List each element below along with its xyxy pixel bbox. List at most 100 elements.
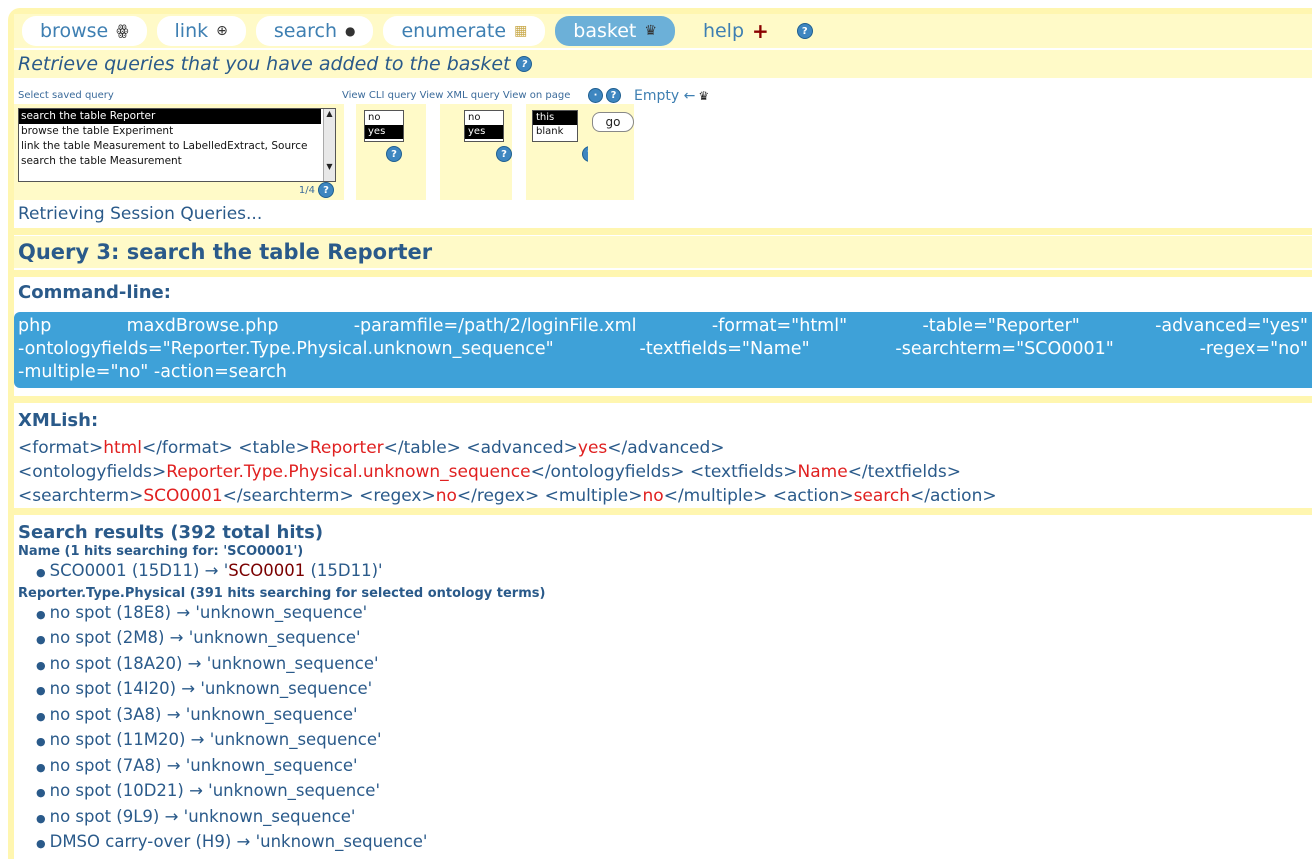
basket-icon: ♛ [644, 23, 657, 39]
nav-help[interactable]: help + [685, 15, 787, 47]
xml-view-select[interactable]: no yes [464, 110, 504, 142]
list-item[interactable]: ● SCO0001 (15D11) → 'SCO0001 (15D11)' [36, 559, 1312, 585]
cli-token: -multiple="no" -action=search [18, 362, 287, 382]
list-item[interactable]: ● no spot (10D21) → 'unknown_sequence' [36, 779, 1312, 805]
picker-label: Select saved query [18, 90, 114, 101]
nav-link[interactable]: link ⊕ [156, 16, 246, 46]
list-item[interactable]: ● DMSO carry-over (H9) → 'unknown_sequenc… [36, 830, 1312, 856]
bullet-icon: ● [36, 566, 46, 579]
results-group-heading: Name (1 hits searching for: 'SCO0001') [18, 544, 304, 559]
result-text: no spot (10D21) → 'unknown_sequence' [49, 781, 380, 800]
xml-value-regex: no [435, 486, 457, 506]
results-group-heading: Reporter.Type.Physical (391 hits searchi… [18, 585, 546, 601]
bullet-icon: ● [36, 760, 46, 774]
bullet-icon: ● [36, 633, 46, 646]
xml-value-searchterm: SCO0001 [143, 486, 223, 506]
list-scrollbar[interactable]: ▲ ▼ [323, 109, 335, 181]
nav-basket-label: basket [573, 20, 637, 42]
counter-text: 1/4 [298, 184, 315, 196]
page-view-select[interactable]: this blank [532, 110, 578, 142]
cli-token: -paramfile=/path/2/loginFile.xml [353, 316, 637, 336]
view-help-icon[interactable]: ? [606, 88, 621, 103]
divider [14, 228, 1312, 235]
list-item[interactable]: ● no spot (7A8) → 'unknown_sequence' [36, 754, 1312, 780]
cli-option-no[interactable]: no [365, 111, 403, 125]
scroll-up-icon[interactable]: ▲ [324, 109, 335, 118]
xml-help-icon[interactable]: ? [496, 146, 512, 162]
saved-query-option[interactable]: link the table Measurement to LabelledEx… [19, 139, 321, 154]
scroll-track[interactable] [324, 118, 335, 162]
nav-enumerate[interactable]: enumerate ▦ [383, 16, 546, 46]
nav-browse-label: browse [40, 20, 109, 42]
result-text: no spot (14I20) → 'unknown_sequence' [49, 679, 373, 698]
go-button[interactable]: go [592, 112, 634, 132]
page-option-this[interactable]: this [533, 111, 577, 125]
bullet-icon: ● [36, 607, 46, 621]
xml-value-ontologyfields: Reporter.Type.Physical.unknown_sequence [166, 462, 531, 482]
cli-help-icon[interactable]: ? [386, 146, 402, 162]
cli-view-panel: no yes ? [356, 104, 426, 200]
empty-basket-label: Empty ← [634, 88, 696, 104]
list-item[interactable]: ● no spot (11M20) → 'unknown_sequence' [36, 728, 1312, 754]
divider [14, 508, 1312, 515]
scroll-down-icon[interactable]: ▼ [324, 162, 335, 171]
bullet-icon: ● [36, 811, 46, 825]
xml-value-table: Reporter [309, 438, 384, 458]
saved-query-list[interactable]: search the table Reporter browse the tab… [18, 108, 336, 182]
empty-basket-link[interactable]: Empty ← ♛ [634, 88, 709, 104]
bullet-icon: ● [36, 837, 46, 850]
saved-query-option[interactable]: browse the table Experiment [19, 124, 321, 139]
results-list: ● SCO0001 (15D11) → 'SCO0001 (15D11)' [18, 559, 1312, 585]
list-item[interactable]: ● no spot (14I20) → 'unknown_sequence' [36, 677, 1312, 703]
xml-line-1: <format>html</format> <table>Reporter</t… [18, 438, 725, 458]
divider [14, 270, 1312, 277]
list-item[interactable]: ● no spot (18E8) → 'unknown_sequence' [36, 601, 1312, 627]
list-item[interactable]: ● no spot (9L9) → 'unknown_sequence' [36, 805, 1312, 831]
result-text: no spot (2M8) → 'unknown_sequence' [49, 628, 361, 647]
view-info-icon[interactable]: · [588, 88, 603, 103]
result-text: no spot (18E8) → 'unknown_sequence' [49, 602, 368, 622]
cli-token: -textfields="Name" [639, 339, 810, 359]
search-results: Search results (392 total hits) Name (1 … [18, 522, 1312, 856]
saved-query-panel: search the table Reporter browse the tab… [14, 104, 344, 200]
xml-line-3: <searchterm>SCO0001</searchterm> <regex>… [18, 486, 997, 506]
cli-token: -advanced="yes" [1155, 316, 1308, 336]
bullet-icon: ● [36, 684, 46, 697]
cli-token: php [18, 316, 52, 336]
xml-option-yes[interactable]: yes [465, 125, 503, 139]
cli-line-1: php maxdBrowse.php -paramfile=/path/2/lo… [18, 315, 1308, 338]
cli-token: -searchterm="SCO0001" [895, 339, 1114, 359]
xml-value-textfields: Name [797, 462, 848, 482]
cli-token: -ontologyfields="Reporter.Type.Physical.… [18, 339, 554, 359]
nav-search[interactable]: search ● [255, 16, 374, 46]
intro-help-icon[interactable]: ? [516, 56, 533, 72]
cli-view-select[interactable]: no yes [364, 110, 404, 142]
cli-line-2: -ontologyfields="Reporter.Type.Physical.… [18, 338, 1308, 361]
go-panel: go [588, 104, 634, 200]
result-text-rest: (15D11)' [305, 561, 383, 580]
cli-option-yes[interactable]: yes [365, 125, 403, 139]
result-text: DMSO carry-over (H9) → 'unknown_sequence… [49, 832, 428, 851]
cli-token: -regex="no" [1199, 339, 1308, 359]
list-item[interactable]: ● no spot (18A20) → 'unknown_sequence' [36, 652, 1312, 678]
nav-help-badge-icon[interactable]: ? [796, 23, 813, 39]
saved-query-option[interactable]: search the table Measurement [19, 154, 321, 169]
nav-enumerate-label: enumerate [401, 20, 507, 42]
result-highlight: SCO0001 [228, 561, 306, 580]
intro-text: Retrieve queries that you have added to … [18, 53, 511, 75]
page-option-blank[interactable]: blank [533, 125, 577, 139]
nav-browse[interactable]: browse ꙮ [22, 16, 147, 46]
list-item[interactable]: ● no spot (3A8) → 'unknown_sequence' [36, 703, 1312, 729]
query-counter: 1/4 ? [299, 182, 334, 198]
xml-option-no[interactable]: no [465, 111, 503, 125]
nav-basket[interactable]: basket ♛ [555, 16, 675, 46]
query-title: Query 3: search the table Reporter [14, 236, 1312, 268]
result-text: no spot (7A8) → 'unknown_sequence' [49, 755, 358, 775]
counter-help-icon[interactable]: ? [318, 182, 334, 198]
saved-query-option[interactable]: search the table Reporter [19, 109, 321, 124]
link-icon: ⊕ [216, 23, 228, 39]
list-item[interactable]: ● no spot (2M8) → 'unknown_sequence' [36, 626, 1312, 652]
bullet-icon: ● [36, 735, 46, 748]
query-picker: Select saved query search the table Repo… [14, 84, 634, 202]
xml-query: <format>html</format> <table>Reporter</t… [18, 436, 1312, 508]
